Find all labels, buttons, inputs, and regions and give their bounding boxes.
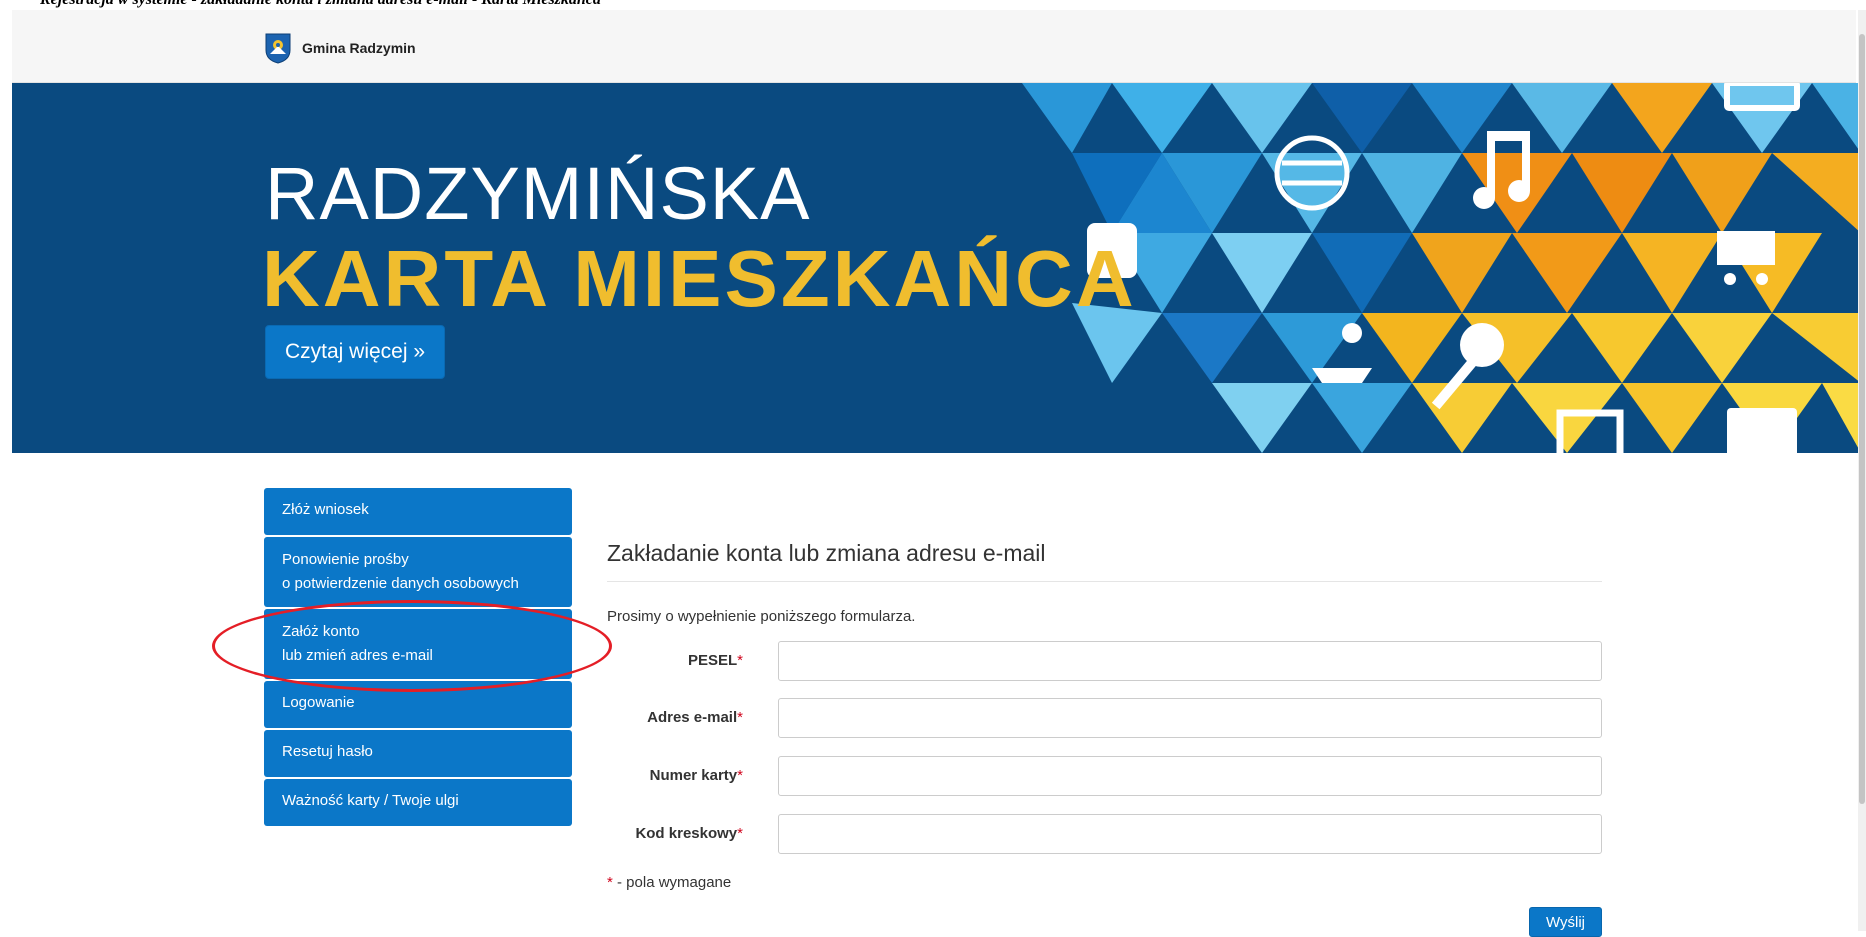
site-header: Gmina Radzymin [12,10,1856,83]
sidebar-item-login[interactable]: Logowanie [264,681,572,728]
account-form: Zakładanie konta lub zmiana adresu e-mai… [607,540,1602,937]
scrollbar[interactable] [1858,10,1866,931]
card-number-label-text: Numer karty [649,767,738,784]
sidebar-item-reset-password[interactable]: Resetuj hasło [264,730,572,777]
pesel-label-text: PESEL [687,652,738,669]
brand[interactable]: Gmina Radzymin [264,32,416,64]
hero-banner: RADZYMIŃSKA KARTA MIESZKAŃCA Czytaj więc… [12,83,1861,453]
scrollbar-thumb[interactable] [1859,34,1865,804]
top-strip: Rejestracja w systemie - zakładanie kont… [0,0,1866,10]
required-asterisk: * [737,652,743,669]
sidebar-item-label: o potwierdzenie danych osobowych [282,575,519,592]
sidebar-item-label: Ponowienie prośby [282,551,409,568]
form-intro: Prosimy o wypełnienie poniższego formula… [607,608,916,625]
sidebar-item-create-account[interactable]: Załóż konto lub zmień adres e-mail [264,609,572,679]
email-label-text: Adres e-mail [647,709,738,726]
pesel-label: PESEL* [607,652,743,669]
required-asterisk: * [737,825,743,842]
sidebar-item-submit-application[interactable]: Złóż wniosek [264,488,572,535]
barcode-label-text: Kod kreskowy [635,825,738,842]
card-number-input[interactable] [778,756,1602,796]
sidebar-item-label: Załóż konto [282,623,360,640]
submit-button[interactable]: Wyślij [1529,907,1602,937]
email-input[interactable] [778,698,1602,738]
read-more-button[interactable]: Czytaj więcej » [265,325,445,379]
hero-title-line1: RADZYMIŃSKA [265,152,811,235]
required-asterisk: * [737,767,743,784]
form-title: Zakładanie konta lub zmiana adresu e-mai… [607,540,1602,582]
email-label: Adres e-mail* [607,709,743,726]
hero-title-line2: KARTA MIESZKAŃCA [262,234,1137,323]
sidebar-item-label: lub zmień adres e-mail [282,647,433,664]
card-number-row: Numer karty* [607,756,1602,796]
sidebar-item-card-validity[interactable]: Ważność karty / Twoje ulgi [264,779,572,826]
barcode-input[interactable] [778,814,1602,854]
card-number-label: Numer karty* [607,767,743,784]
pesel-input[interactable] [778,641,1602,681]
required-asterisk: * [737,709,743,726]
page-heading-cutoff: Rejestracja w systemie - zakładanie kont… [40,0,601,9]
sidebar-item-resend-confirmation[interactable]: Ponowienie prośby o potwierdzenie danych… [264,537,572,607]
required-note: * - pola wymagane [607,874,731,891]
brand-name: Gmina Radzymin [302,40,416,56]
sidebar-nav: Złóż wniosek Ponowienie prośby o potwier… [264,488,572,828]
barcode-label: Kod kreskowy* [607,825,743,842]
pesel-row: PESEL* [607,641,1602,681]
email-row: Adres e-mail* [607,698,1602,738]
coat-of-arms-icon [265,33,291,64]
required-note-text: - pola wymagane [612,874,732,891]
barcode-row: Kod kreskowy* [607,814,1602,854]
